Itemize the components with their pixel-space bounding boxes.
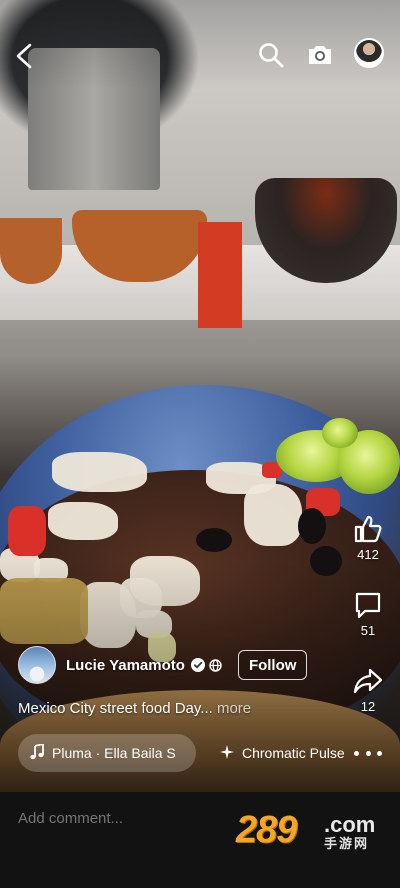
- share-action[interactable]: 12: [346, 666, 390, 714]
- comment-bubble-icon: [346, 590, 390, 620]
- share-count: 12: [360, 699, 376, 714]
- follow-button[interactable]: Follow: [237, 650, 308, 680]
- caption-more-link[interactable]: more: [217, 700, 251, 717]
- post-caption[interactable]: Mexico City street food Day... more: [18, 700, 338, 717]
- top-bar: [0, 36, 400, 76]
- like-count: 412: [357, 547, 379, 562]
- music-note-icon: [30, 742, 52, 763]
- photo-onion: [48, 502, 118, 540]
- profile-avatar[interactable]: [354, 38, 384, 68]
- photo-bean: [196, 528, 232, 552]
- back-arrow-icon[interactable]: [12, 40, 40, 72]
- author-avatar[interactable]: [18, 646, 56, 684]
- globe-icon: [209, 658, 222, 672]
- watermark-com: .com: [324, 812, 376, 837]
- share-arrow-icon: [346, 666, 390, 696]
- more-dots-icon[interactable]: [354, 742, 382, 764]
- photo-onion: [52, 452, 147, 492]
- comment-count: 51: [360, 623, 376, 638]
- author-row: Lucie Yamamoto Follow: [18, 644, 348, 686]
- camera-icon[interactable]: [306, 41, 334, 69]
- reel-screen: 412 51 12 Lucie Yamamoto Follow Mexico C…: [0, 0, 400, 888]
- verified-icon: [190, 658, 205, 672]
- thumbs-up-icon: [346, 514, 390, 544]
- comment-action[interactable]: 51: [346, 590, 390, 638]
- music-chip[interactable]: Pluma · Ella Baila S: [18, 734, 196, 772]
- photo-tomato: [8, 506, 46, 556]
- like-action[interactable]: 412: [346, 514, 390, 562]
- photo-lime: [322, 418, 358, 448]
- watermark-chinese: 手游网: [324, 836, 370, 851]
- caption-text: Mexico City street food Day...: [18, 700, 213, 717]
- author-name[interactable]: Lucie Yamamoto: [66, 657, 185, 674]
- photo-onion: [244, 484, 302, 546]
- search-icon[interactable]: [257, 41, 285, 69]
- photo-clay-bowl: [0, 218, 62, 284]
- sparkle-icon: [220, 744, 242, 762]
- photo-bean: [298, 508, 326, 544]
- music-track-name: Pluma · Ella Baila S: [52, 745, 176, 761]
- audio-effect-row: Pluma · Ella Baila S Chromatic Pulse: [18, 734, 400, 774]
- effect-chip[interactable]: Chromatic Pulse: [214, 734, 346, 772]
- watermark-number: 289: [236, 809, 297, 851]
- effect-name: Chromatic Pulse: [242, 745, 345, 761]
- comment-input[interactable]: [18, 806, 238, 830]
- photo-red-container: [198, 222, 242, 328]
- site-watermark-logo: 289 .com 手游网: [236, 810, 378, 854]
